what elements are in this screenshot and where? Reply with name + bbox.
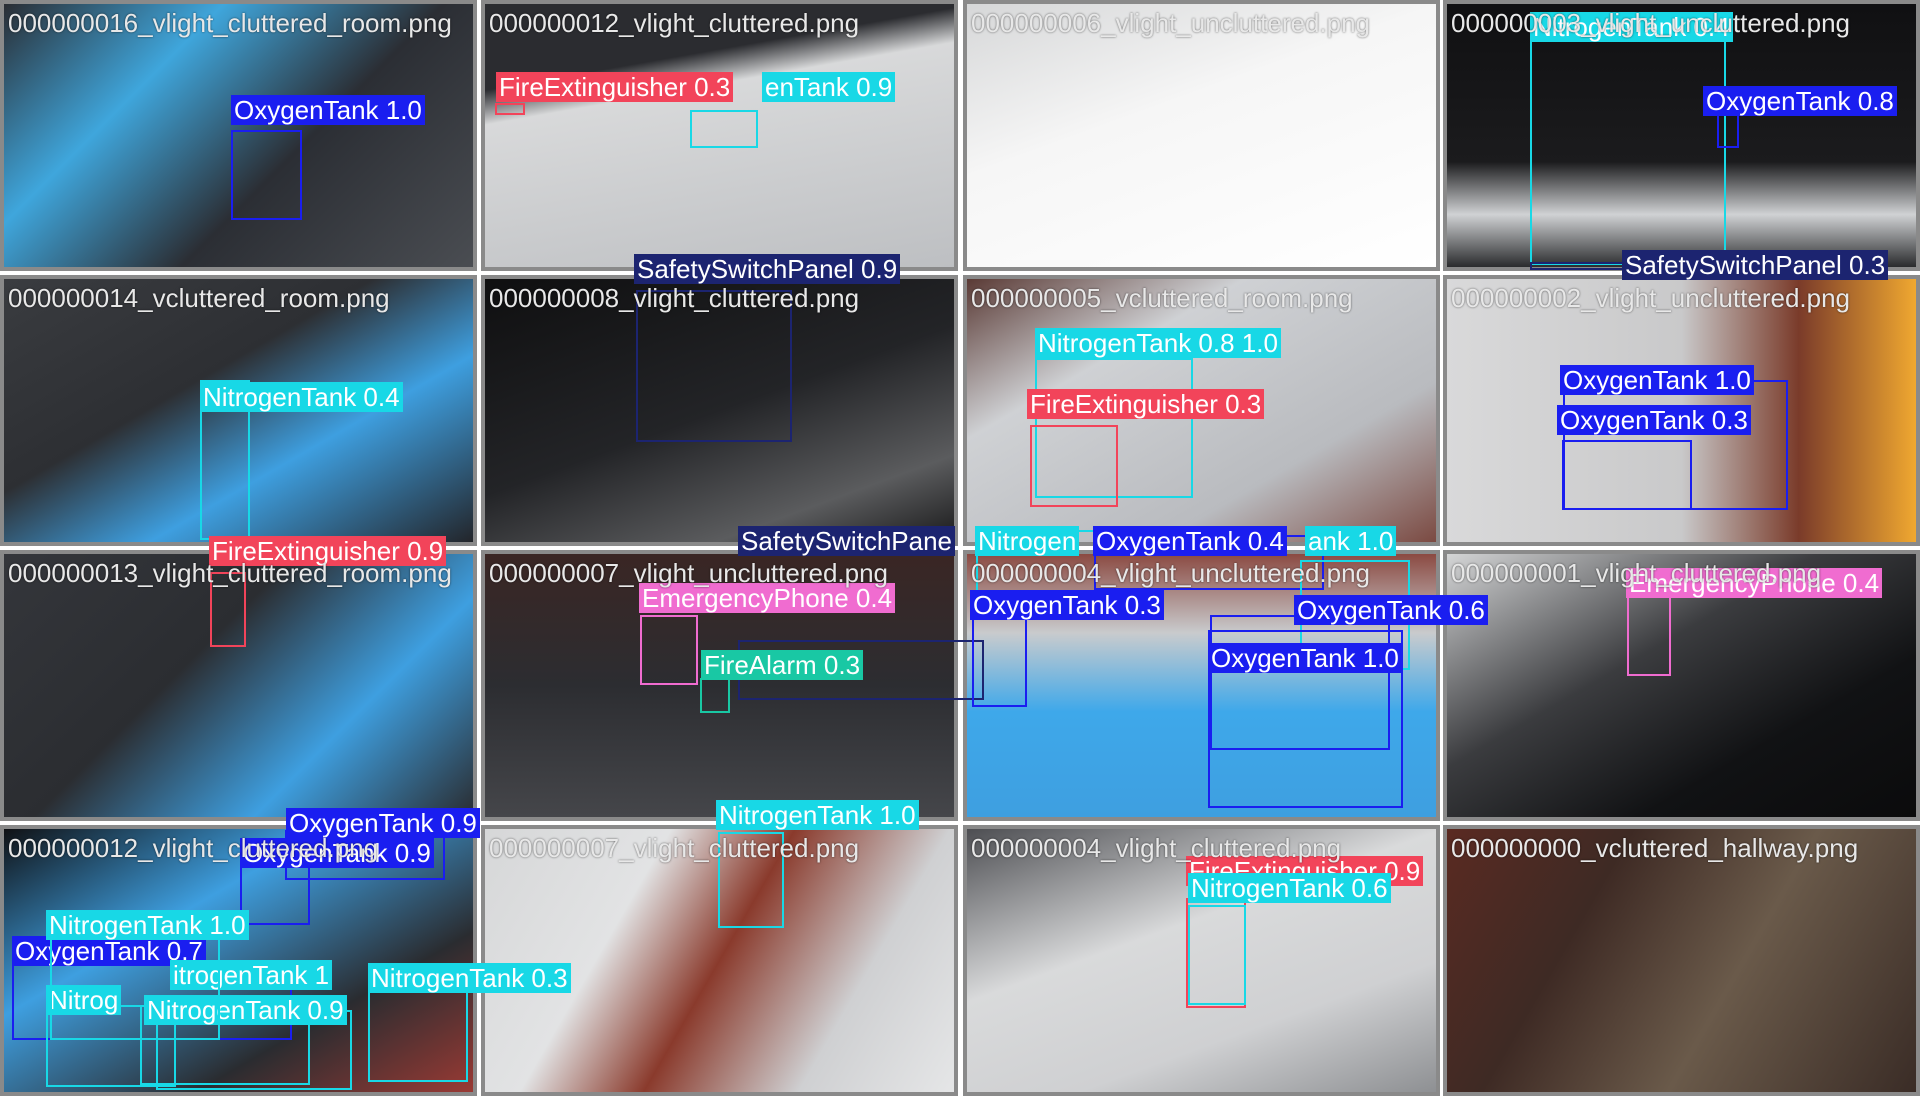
image-tile: 000000005_vcluttered_room.png: [963, 275, 1440, 546]
image-grid: 000000016_vlight_cluttered_room.png 00000…: [0, 0, 1920, 1100]
image-tile: 000000008_vlight_cluttered.png: [481, 275, 958, 546]
image-filename: 000000007_vlight_uncluttered.png: [489, 558, 889, 588]
image-tile: 000000004_vlight_uncluttered.png: [963, 550, 1440, 821]
image-filename: 000000016_vlight_cluttered_room.png: [8, 8, 452, 38]
image-tile: 000000006_vlight_uncluttered.png: [963, 0, 1440, 271]
image-filename: 000000003_vlight_uncluttered.png: [1451, 8, 1851, 38]
image-tile: 000000012_vlight_cluttered.png: [481, 0, 958, 271]
image-filename: 000000005_vcluttered_room.png: [971, 283, 1353, 313]
image-filename: 000000004_vlight_uncluttered.png: [971, 558, 1371, 588]
image-tile: 000000012_vlight_cluttered.png: [0, 825, 477, 1096]
image-filename: 000000000_vcluttered_hallway.png: [1451, 833, 1859, 863]
image-tile: 000000007_vlight_uncluttered.png: [481, 550, 958, 821]
image-filename: 000000012_vlight_cluttered.png: [489, 8, 860, 38]
image-tile: 000000003_vlight_uncluttered.png: [1443, 0, 1920, 271]
image-tile: 000000002_vlight_uncluttered.png: [1443, 275, 1920, 546]
image-tile: 000000001_vlight_cluttered.png: [1443, 550, 1920, 821]
image-filename: 000000013_vlight_cluttered_room.png: [8, 558, 452, 588]
image-tile: 000000016_vlight_cluttered_room.png: [0, 0, 477, 271]
image-filename: 000000001_vlight_cluttered.png: [1451, 558, 1822, 588]
image-tile: 000000004_vlight_cluttered.png: [963, 825, 1440, 1096]
image-filename: 000000006_vlight_uncluttered.png: [971, 8, 1371, 38]
image-tile: 000000007_vlight_cluttered.png: [481, 825, 958, 1096]
image-tile: 000000014_vcluttered_room.png: [0, 275, 477, 546]
image-filename: 000000012_vlight_cluttered.png: [8, 833, 379, 863]
image-tile: 000000000_vcluttered_hallway.png: [1443, 825, 1920, 1096]
image-filename: 000000014_vcluttered_room.png: [8, 283, 390, 313]
image-filename: 000000008_vlight_cluttered.png: [489, 283, 860, 313]
image-filename: 000000004_vlight_cluttered.png: [971, 833, 1342, 863]
image-tile: 000000013_vlight_cluttered_room.png: [0, 550, 477, 821]
image-filename: 000000007_vlight_cluttered.png: [489, 833, 860, 863]
image-filename: 000000002_vlight_uncluttered.png: [1451, 283, 1851, 313]
